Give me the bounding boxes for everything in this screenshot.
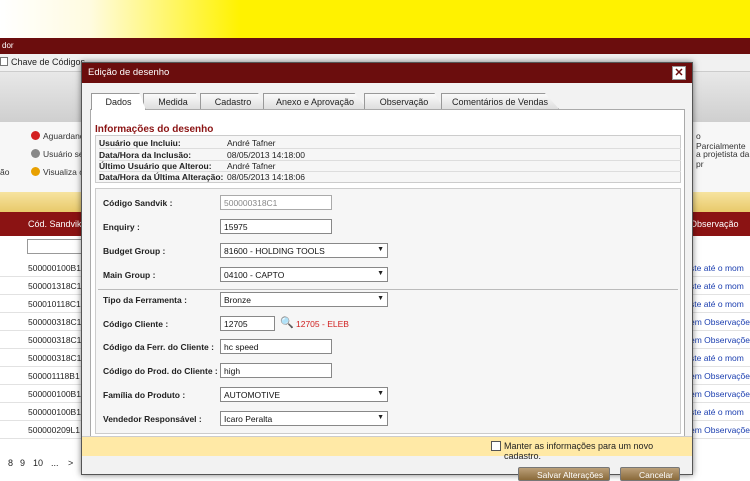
familia-produto-label: Família do Produto : bbox=[103, 390, 186, 400]
header-banner bbox=[0, 0, 750, 42]
tab-dados[interactable]: Dados bbox=[91, 93, 146, 110]
info-value: André Tafner bbox=[227, 138, 276, 148]
pager: 8 9 10 ... > bbox=[0, 452, 90, 472]
next-page-icon[interactable]: > bbox=[68, 458, 73, 468]
divider bbox=[99, 148, 681, 149]
budget-group-select[interactable]: 81600 - HOLDING TOOLS ▼ bbox=[220, 243, 388, 258]
status-right-2: a projetista da pr bbox=[696, 149, 750, 169]
enquiry-input[interactable]: 15975 bbox=[220, 219, 332, 234]
tab-observacao[interactable]: Observação bbox=[364, 93, 444, 109]
status-item-usuario: Usuário se bbox=[31, 149, 84, 159]
chevron-down-icon: ▼ bbox=[377, 390, 384, 397]
chevron-down-icon: ▼ bbox=[377, 246, 384, 253]
page-9[interactable]: 9 bbox=[20, 458, 25, 468]
info-value: 08/05/2013 14:18:06 bbox=[227, 172, 305, 182]
cliente-result: 12705 - ELEB bbox=[296, 319, 349, 329]
dialog-header: Edição de desenho bbox=[82, 63, 692, 83]
info-label: Último Usuário que Alterou: bbox=[99, 161, 212, 171]
close-icon[interactable]: ✕ bbox=[672, 66, 686, 80]
chevron-down-icon: ▼ bbox=[377, 295, 384, 302]
info-value: 08/05/2013 14:18:00 bbox=[227, 150, 305, 160]
info-label: Usuário que Incluiu: bbox=[99, 138, 181, 148]
page-ellipsis[interactable]: ... bbox=[51, 458, 59, 468]
info-label: Data/Hora da Última Alteração: bbox=[99, 172, 224, 182]
ferr-cliente-label: Código da Ferr. do Cliente : bbox=[103, 342, 214, 352]
col-cod-sandvik[interactable]: Cód. Sandvik bbox=[28, 219, 82, 229]
info-label: Data/Hora da Inclusão: bbox=[99, 150, 192, 160]
codigo-sandvik-label: Código Sandvik : bbox=[103, 198, 173, 208]
prod-cliente-label: Código do Prod. do Cliente : bbox=[103, 366, 218, 376]
info-box: Usuário que Incluiu: André Tafner Data/H… bbox=[95, 135, 681, 183]
tab-panel-dados: Informações do desenho Usuário que Inclu… bbox=[90, 109, 685, 437]
divider bbox=[98, 289, 678, 290]
edit-drawing-dialog: Edição de desenho ✕ Dados Medida Cadastr… bbox=[81, 62, 693, 481]
enquiry-label: Enquiry : bbox=[103, 222, 140, 232]
chevron-down-icon: ▼ bbox=[377, 270, 384, 277]
prod-cliente-input[interactable]: high bbox=[220, 363, 332, 378]
main-group-select[interactable]: 04100 - CAPTO ▼ bbox=[220, 267, 388, 282]
tipo-ferramenta-label: Tipo da Ferramenta : bbox=[103, 295, 187, 305]
cancel-button[interactable]: Cancelar bbox=[620, 467, 681, 481]
tab-anexo-aprovacao[interactable]: Anexo e Aprovação bbox=[263, 93, 367, 109]
tab-comentarios-vendas[interactable]: Comentários de Vendas bbox=[441, 93, 559, 109]
vendedor-select[interactable]: Icaro Peralta ▼ bbox=[220, 411, 388, 426]
budget-group-label: Budget Group : bbox=[103, 246, 166, 256]
codigo-cliente-input[interactable]: 12705 bbox=[220, 316, 275, 331]
filter-input[interactable] bbox=[27, 239, 84, 254]
dialog-title: Edição de desenho bbox=[88, 67, 170, 78]
checkbox-icon[interactable] bbox=[0, 57, 8, 66]
keep-info-checkbox[interactable] bbox=[491, 441, 501, 451]
orange-status-icon bbox=[31, 167, 40, 176]
col-observacao[interactable]: Observação bbox=[690, 219, 739, 229]
status-item-visualiza: Visualiza c bbox=[31, 167, 83, 177]
codigo-sandvik-input[interactable]: 500000318C1 bbox=[220, 195, 332, 210]
app-title: dor bbox=[2, 41, 14, 50]
codigo-cliente-label: Código Cliente : bbox=[103, 319, 169, 329]
form-box: Código Sandvik : 500000318C1 Enquiry : 1… bbox=[95, 188, 681, 434]
chave-codigos-link[interactable]: Chave de Códigos bbox=[11, 57, 85, 67]
tab-cadastro[interactable]: Cadastro bbox=[200, 93, 266, 109]
search-icon[interactable]: 🔍 bbox=[280, 316, 294, 329]
tipo-ferramenta-select[interactable]: Bronze ▼ bbox=[220, 292, 388, 307]
tab-medida[interactable]: Medida bbox=[143, 93, 203, 109]
familia-produto-select[interactable]: AUTOMOTIVE ▼ bbox=[220, 387, 388, 402]
page-8[interactable]: 8 bbox=[8, 458, 13, 468]
app-titlebar: dor bbox=[0, 38, 750, 54]
info-value: André Tafner bbox=[227, 161, 276, 171]
gray-status-icon bbox=[31, 149, 40, 158]
dialog-footer: Manter as informações para um novo cadas… bbox=[82, 436, 692, 461]
ferr-cliente-input[interactable]: hc speed bbox=[220, 339, 332, 354]
save-button[interactable]: Salvar Alterações bbox=[518, 467, 611, 481]
page-10[interactable]: 10 bbox=[33, 458, 43, 468]
info-section-title: Informações do desenho bbox=[95, 124, 214, 135]
keep-info-label: Manter as informações para um novo cadas… bbox=[504, 441, 654, 461]
status-left-fragment: ão bbox=[0, 167, 10, 177]
chevron-down-icon: ▼ bbox=[377, 414, 384, 421]
status-item-aguardando: Aguardand bbox=[31, 131, 85, 141]
red-status-icon bbox=[31, 131, 40, 140]
vendedor-label: Vendedor Responsável : bbox=[103, 414, 202, 424]
status-right-1: o Parcialmente bbox=[696, 131, 746, 151]
main-group-label: Main Group : bbox=[103, 270, 156, 280]
